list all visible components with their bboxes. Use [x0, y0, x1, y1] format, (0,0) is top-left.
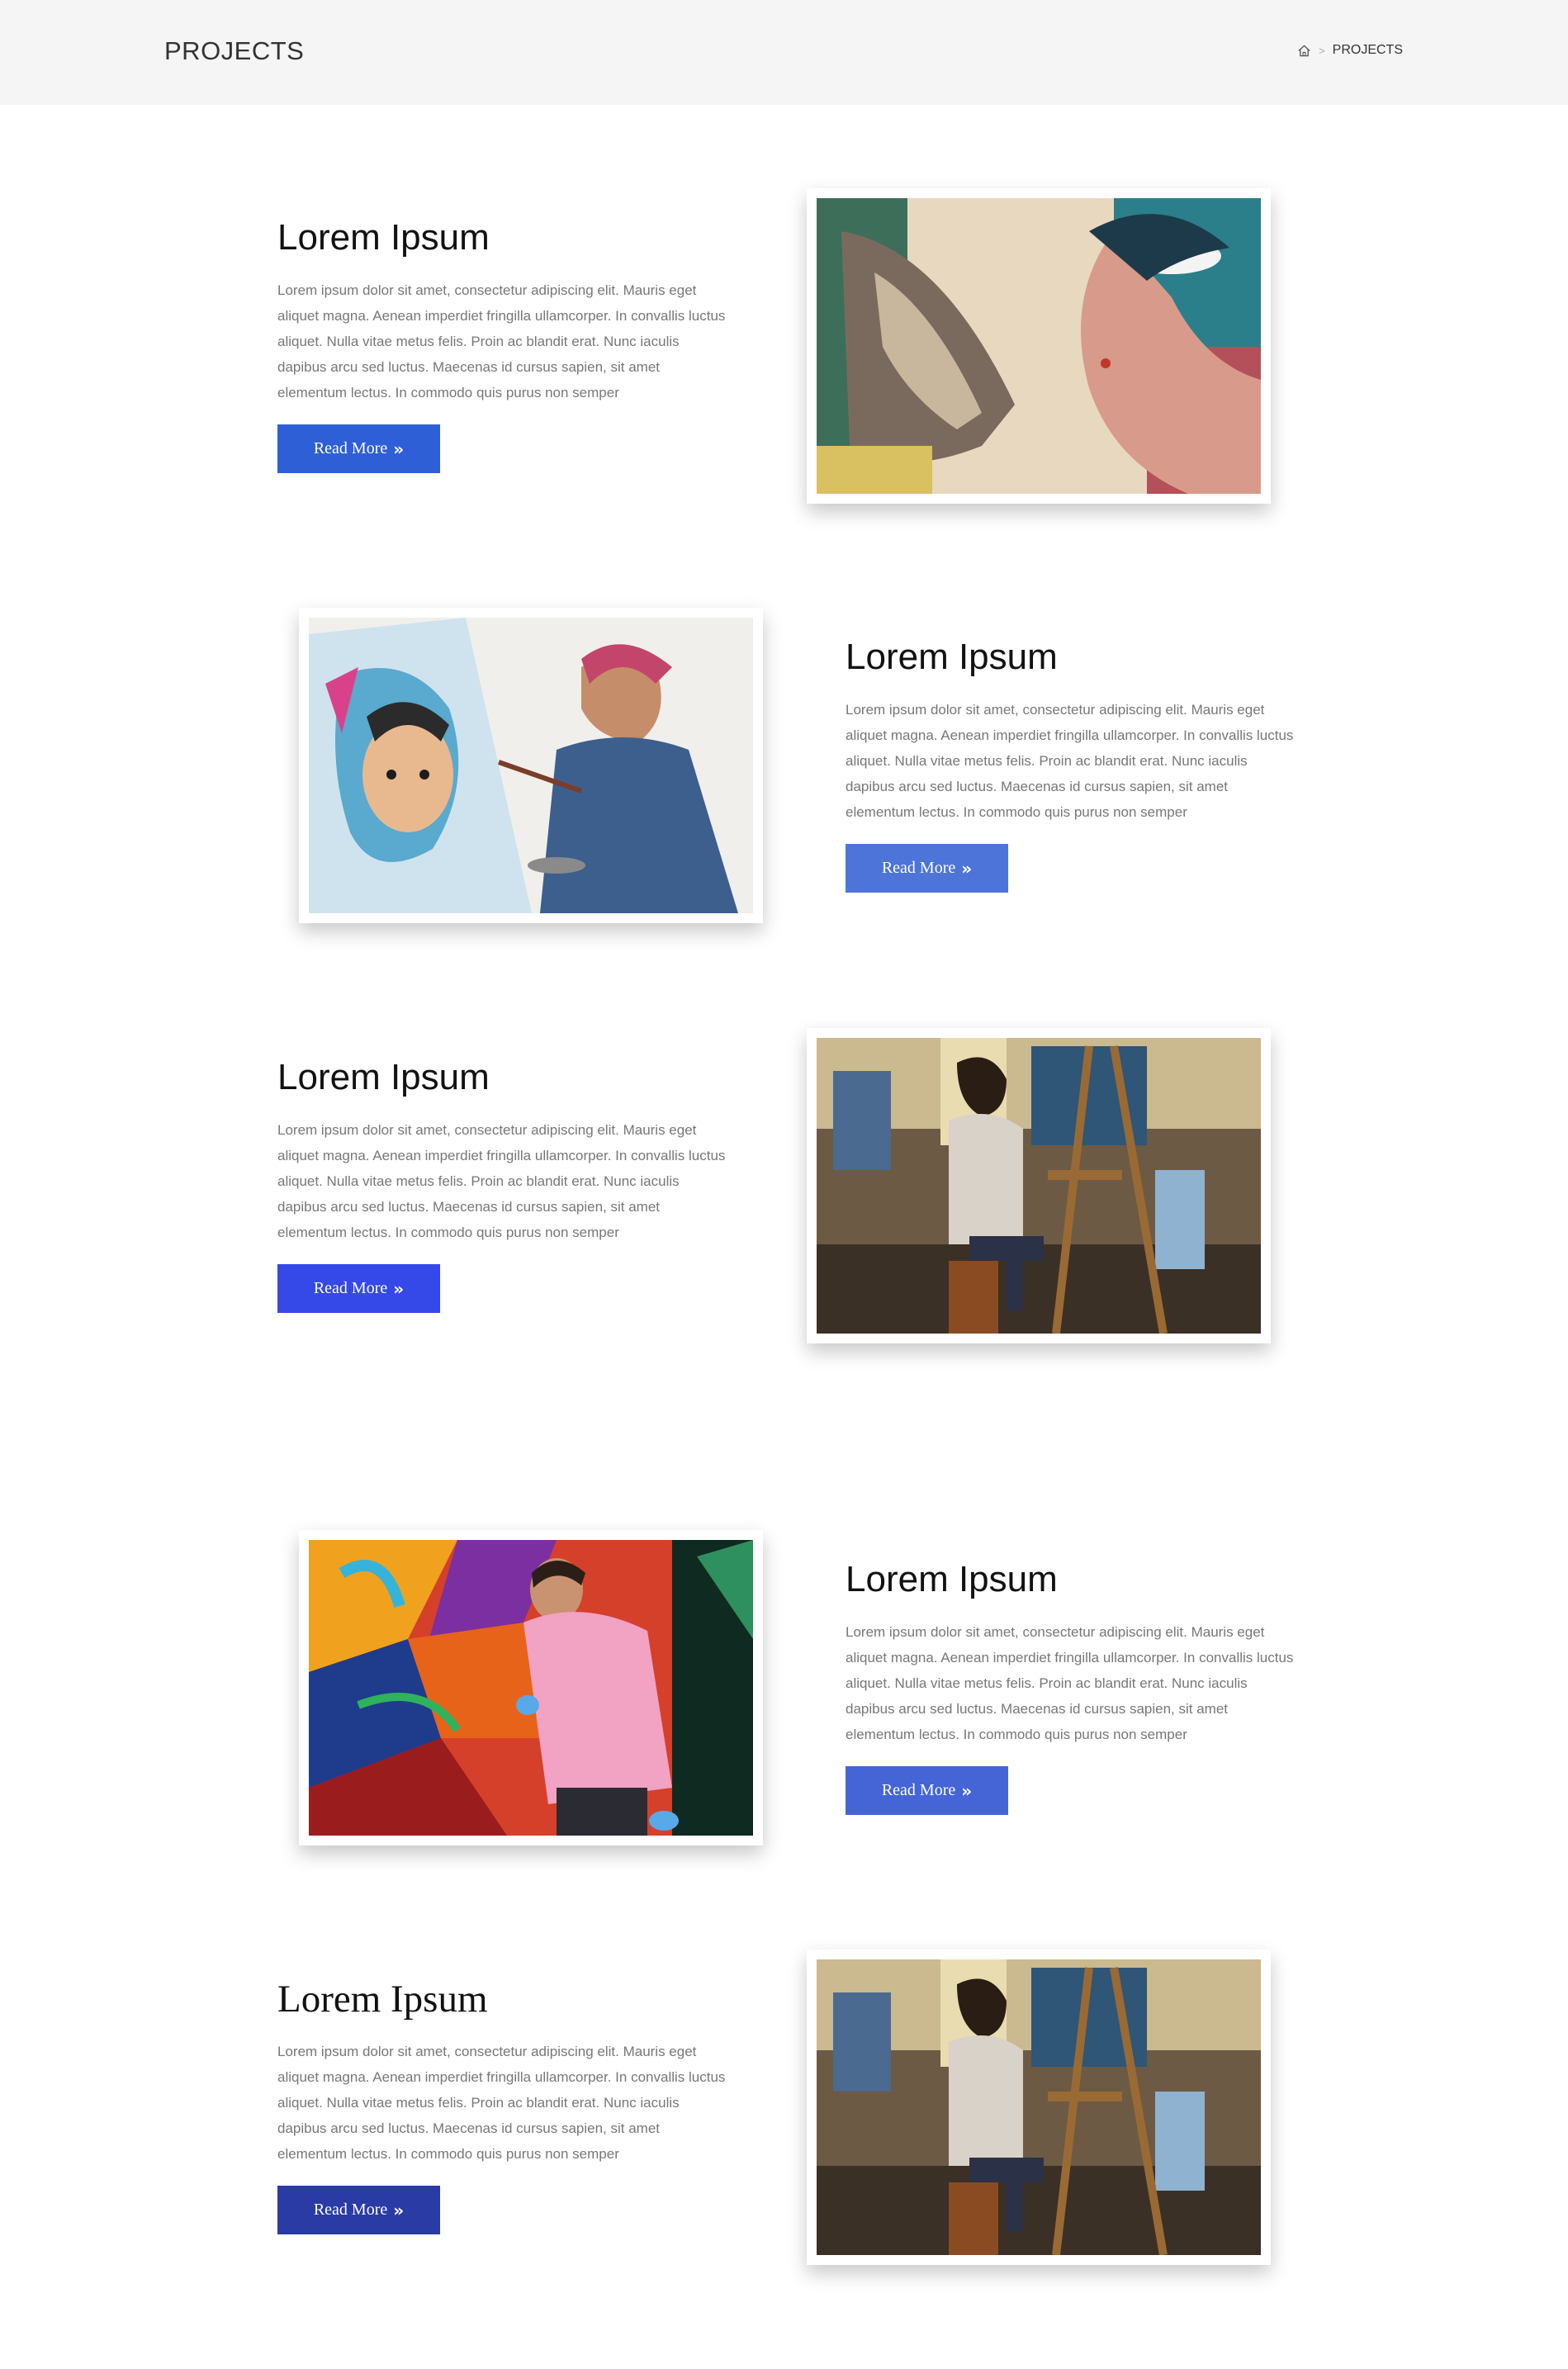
- read-more-label: Read More: [313, 2201, 388, 2219]
- project-description: Lorem ipsum dolor sit amet, consectetur …: [846, 1624, 1294, 1742]
- double-chevron-right-icon: »: [393, 2200, 405, 2220]
- project-description: Lorem ipsum dolor sit amet, consectetur …: [846, 702, 1294, 820]
- read-more-button[interactable]: Read More »: [277, 1264, 440, 1313]
- read-more-button[interactable]: Read More »: [846, 1766, 1008, 1815]
- project-title: Lorem Ipsum: [277, 1057, 490, 1097]
- project-title: Lorem Ipsum: [846, 1559, 1058, 1599]
- page-header: PROJECTS > PROJECTS: [0, 0, 1568, 105]
- project-image-artist-at-easel-studio: [807, 1950, 1271, 2265]
- project-image-woman-painting-portrait: [299, 608, 763, 923]
- read-more-label: Read More: [313, 1279, 388, 1297]
- read-more-label: Read More: [881, 1781, 956, 1799]
- read-more-label: Read More: [881, 859, 956, 877]
- project-image-artist-at-easel-studio: [807, 1028, 1271, 1343]
- read-more-button[interactable]: Read More »: [277, 2186, 440, 2234]
- double-chevron-right-icon: »: [393, 438, 405, 459]
- double-chevron-right-icon: »: [961, 1780, 973, 1801]
- project-title: Lorem Ipsum: [277, 217, 490, 258]
- breadcrumb-current: PROJECTS: [1332, 43, 1403, 57]
- read-more-button[interactable]: Read More »: [846, 844, 1008, 893]
- read-more-label: Read More: [313, 439, 388, 457]
- project-item: Lorem Ipsum Lorem ipsum dolor sit amet, …: [0, 1950, 1568, 2291]
- page-title: PROJECTS: [164, 36, 305, 65]
- breadcrumb: > PROJECTS: [1297, 43, 1403, 58]
- double-chevron-right-icon: »: [961, 858, 973, 879]
- project-item: Lorem Ipsum Lorem ipsum dolor sit amet, …: [0, 1028, 1568, 1370]
- project-description: Lorem ipsum dolor sit amet, consectetur …: [277, 282, 726, 400]
- project-title: Lorem Ipsum: [277, 1978, 488, 2021]
- project-item: Lorem Ipsum Lorem ipsum dolor sit amet, …: [0, 188, 1568, 530]
- project-title: Lorem Ipsum: [846, 637, 1058, 677]
- project-item: Lorem Ipsum Lorem ipsum dolor sit amet, …: [0, 608, 1568, 950]
- project-image-wolf-and-woman-painting: [807, 188, 1271, 504]
- home-icon[interactable]: [1297, 44, 1311, 58]
- project-item: Lorem Ipsum Lorem ipsum dolor sit amet, …: [0, 1530, 1568, 1872]
- breadcrumb-separator: >: [1319, 44, 1325, 57]
- read-more-button[interactable]: Read More »: [277, 424, 440, 473]
- project-description: Lorem ipsum dolor sit amet, consectetur …: [277, 1122, 726, 1240]
- double-chevron-right-icon: »: [393, 1278, 405, 1299]
- project-image-man-painting-colorful-canvas: [299, 1530, 763, 1845]
- project-description: Lorem ipsum dolor sit amet, consectetur …: [277, 2044, 726, 2162]
